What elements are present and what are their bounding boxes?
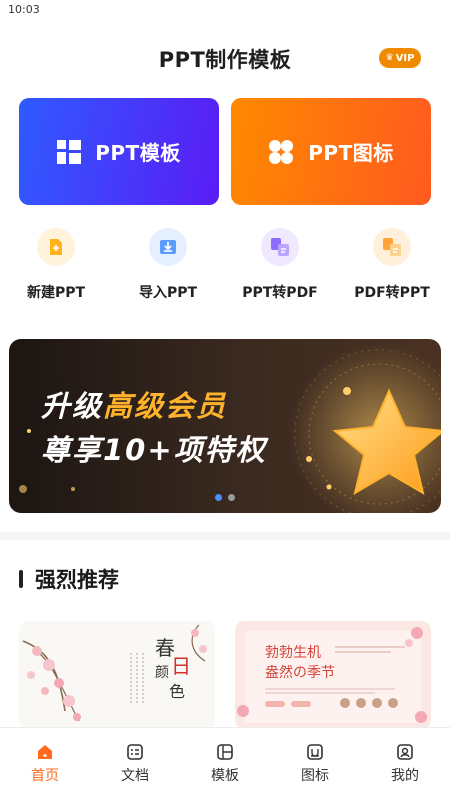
quick-actions: 新建PPT 导入PPT PPT转PDF PDF转PPT xyxy=(0,228,450,308)
tab-profile-label: 我的 xyxy=(391,768,419,784)
grid-layout-icon xyxy=(57,139,82,164)
new-ppt-button[interactable]: 新建PPT xyxy=(0,228,112,302)
spring-festival-template-preview: 勃勃生机 盎然の季节 xyxy=(235,621,431,729)
tab-icons[interactable]: 图标 xyxy=(270,742,360,785)
banner-pagination xyxy=(215,494,235,501)
banner-dot-active[interactable] xyxy=(215,494,222,501)
status-bar: 10:03 xyxy=(0,0,450,22)
tab-templates[interactable]: 模板 xyxy=(180,742,270,785)
template-thumbnail[interactable]: 勃勃生机 盎然の季节 xyxy=(235,621,431,729)
ppt-to-pdf-icon xyxy=(261,228,299,266)
svg-text:颜: 颜 xyxy=(155,665,169,681)
spring-template-preview: 春 颜 日 色 xyxy=(19,621,215,729)
banner-dot[interactable] xyxy=(228,494,235,501)
banner-headline-gold: 高级会员 xyxy=(103,389,228,423)
svg-text:色: 色 xyxy=(169,682,185,701)
recommend-section-header: 强烈推荐 xyxy=(19,566,119,592)
svg-text:盎然の季节: 盎然の季节 xyxy=(265,664,335,681)
new-file-icon xyxy=(37,228,75,266)
document-icon xyxy=(125,742,145,762)
tab-documents-label: 文档 xyxy=(121,768,149,784)
ppt-to-pdf-button[interactable]: PPT转PDF xyxy=(224,228,336,302)
tab-icons-label: 图标 xyxy=(301,768,329,784)
import-ppt-label: 导入PPT xyxy=(138,285,198,301)
vip-promo-banner[interactable]: 升级高级会员 尊享10+项特权 xyxy=(9,339,441,513)
clover-icon xyxy=(268,139,294,165)
header: PPT制作模板 ♛ VIP xyxy=(0,40,450,80)
pdf-to-ppt-button[interactable]: PDF转PPT xyxy=(336,228,448,302)
vip-label: VIP xyxy=(395,52,415,64)
svg-text:勃勃生机: 勃勃生机 xyxy=(265,645,321,661)
bottom-tab-bar: 首页 文档 模板 图标 我的 xyxy=(0,727,450,800)
section-divider xyxy=(0,532,450,540)
icon-library-icon xyxy=(305,742,325,762)
tab-profile[interactable]: 我的 xyxy=(360,742,450,785)
ppt-icons-card[interactable]: PPT图标 xyxy=(231,98,431,205)
ppt-templates-label: PPT模板 xyxy=(95,141,181,165)
ppt-templates-card[interactable]: PPT模板 xyxy=(19,98,219,205)
crown-icon: ♛ xyxy=(385,53,394,63)
template-thumbnail[interactable]: 春 颜 日 色 xyxy=(19,621,215,729)
ppt-icons-label: PPT图标 xyxy=(308,141,394,165)
section-title: 强烈推荐 xyxy=(35,568,119,592)
import-icon xyxy=(149,228,187,266)
pdf-to-ppt-icon xyxy=(373,228,411,266)
section-accent-bar xyxy=(19,570,23,588)
home-icon xyxy=(35,742,55,762)
ppt-to-pdf-label: PPT转PDF xyxy=(242,285,318,301)
banner-subline: 尊享10+项特权 xyxy=(41,433,267,467)
svg-text:日: 日 xyxy=(171,654,191,678)
tab-home[interactable]: 首页 xyxy=(0,742,90,785)
import-ppt-button[interactable]: 导入PPT xyxy=(112,228,224,302)
status-time: 10:03 xyxy=(8,3,40,16)
banner-headline-white: 升级 xyxy=(41,389,104,423)
tab-templates-label: 模板 xyxy=(211,768,239,784)
pdf-to-ppt-label: PDF转PPT xyxy=(354,285,430,301)
vip-badge[interactable]: ♛ VIP xyxy=(379,48,421,68)
profile-icon xyxy=(395,742,415,762)
banner-headline: 升级高级会员 xyxy=(41,383,227,425)
new-ppt-label: 新建PPT xyxy=(26,285,86,301)
banner-star-art xyxy=(19,344,441,513)
template-icon xyxy=(215,742,235,762)
tab-documents[interactable]: 文档 xyxy=(90,742,180,785)
tab-home-label: 首页 xyxy=(31,768,59,784)
